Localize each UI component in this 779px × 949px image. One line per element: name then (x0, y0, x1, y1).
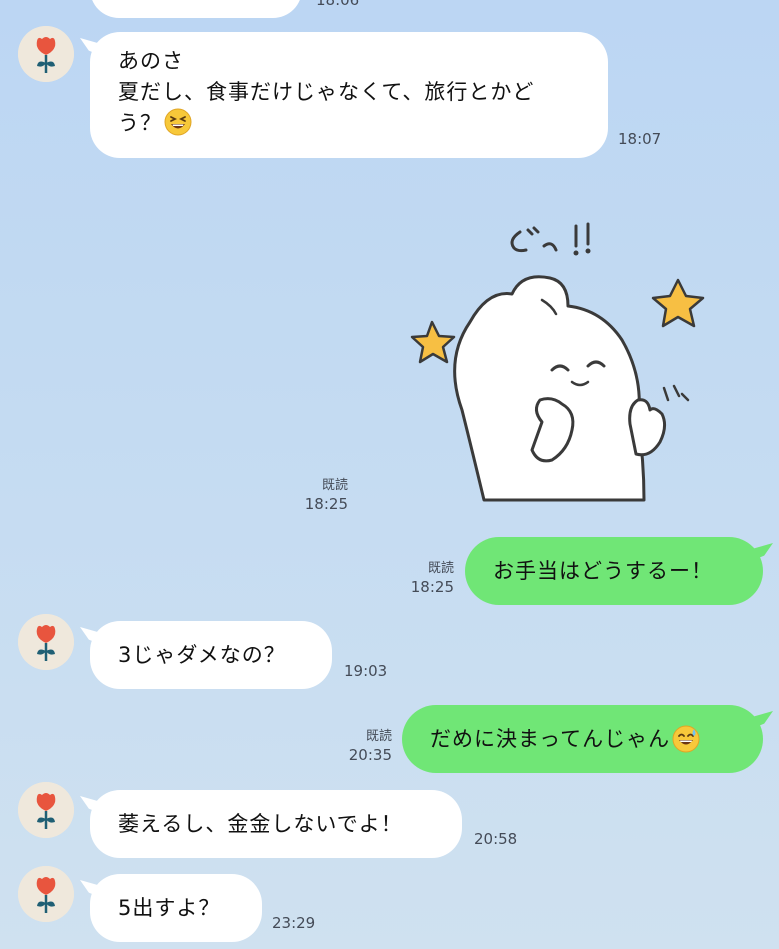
message-time: 18:07 (618, 130, 662, 148)
bubble-tail (751, 543, 773, 561)
message-text: だめに決まってんじゃん (430, 726, 671, 751)
message-text-line: う？ (118, 108, 580, 139)
message-bubble-outgoing[interactable]: お手当はどうするー！ (465, 537, 773, 605)
read-receipt: 既読 18:25 (302, 476, 348, 514)
message-text-line: あのさ (118, 49, 184, 73)
message-bubble-outgoing[interactable]: だめに決まってんじゃん (402, 705, 773, 773)
chat-view[interactable]: 18:06 あのさ 夏だし、食事だけじゃなくて、旅行とかど う？ 18:07 既… (0, 0, 779, 949)
avatar[interactable] (18, 614, 74, 670)
read-label: 既読 (321, 478, 348, 493)
bubble-tail (80, 38, 102, 56)
message-time: 20:58 (474, 830, 518, 848)
bubble-tail (80, 880, 102, 898)
bubble-tail (80, 796, 102, 814)
message-bubble-incoming[interactable]: 3じゃダメなの？ (80, 621, 332, 689)
message-time-partial: 18:06 (316, 0, 360, 9)
read-receipt: 既読 18:25 (404, 559, 454, 597)
message-text: 萎えるし、金金しないでよ！ (118, 811, 403, 836)
avatar[interactable] (18, 782, 74, 838)
message-bubble-incoming[interactable]: あのさ 夏だし、食事だけじゃなくて、旅行とかど う？ (80, 32, 608, 158)
grinning-squinting-face-icon (164, 108, 192, 136)
message-text: 5出すよ？ (118, 895, 221, 920)
message-text-line: 夏だし、食事だけじゃなくて、旅行とかど (118, 80, 535, 104)
flower-avatar-icon (18, 614, 74, 670)
message-bubble-incoming[interactable]: 萎えるし、金金しないでよ！ (80, 790, 462, 858)
message-text: お手当はどうするー！ (493, 558, 713, 583)
message-time: 20:35 (348, 746, 392, 764)
message-bubble-incoming[interactable]: 5出すよ？ (80, 874, 262, 942)
message-text: 3じゃダメなの？ (118, 642, 286, 667)
message-time: 23:29 (272, 914, 316, 932)
message-bubble-partial[interactable] (90, 0, 302, 18)
avatar[interactable] (18, 26, 74, 82)
bubble-tail (751, 711, 773, 729)
flower-avatar-icon (18, 866, 74, 922)
read-label: 既読 (365, 729, 392, 744)
read-receipt: 既読 20:35 (342, 727, 392, 765)
flower-avatar-icon (18, 26, 74, 82)
flower-avatar-icon (18, 782, 74, 838)
bubble-tail (80, 627, 102, 645)
read-label: 既読 (427, 561, 454, 576)
message-time: 18:25 (410, 578, 454, 596)
message-time: 18:25 (304, 495, 348, 513)
grinning-sweat-face-icon (672, 725, 700, 753)
message-time: 19:03 (344, 662, 388, 680)
avatar[interactable] (18, 866, 74, 922)
rabbit-thumbs-up-sticker[interactable] (392, 210, 712, 510)
